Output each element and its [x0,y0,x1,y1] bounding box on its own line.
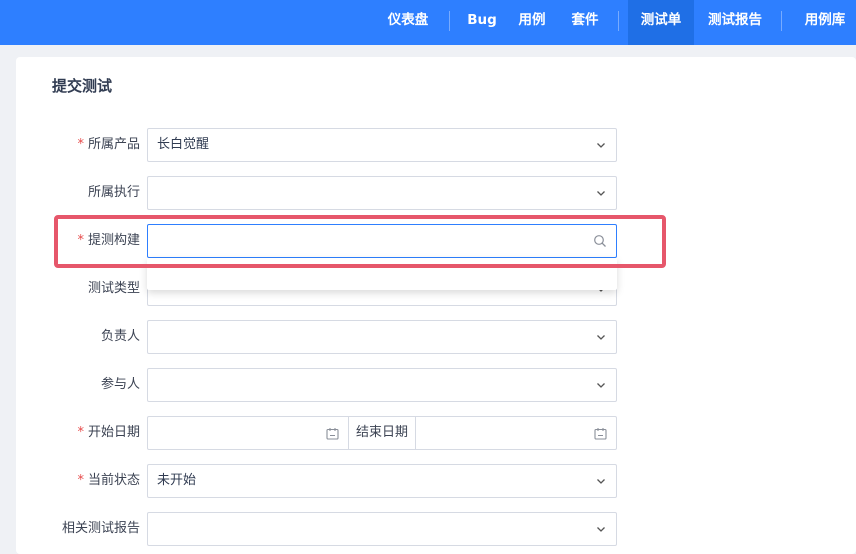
chevron-down-icon [597,143,605,148]
build-label-text: 提测构建 [87,233,140,248]
nav-divider [618,11,619,31]
end-date-input[interactable] [416,417,616,449]
nav-cases[interactable]: 用例 [510,0,554,45]
required-mark: * [77,137,84,152]
start-date-input[interactable] [148,417,348,449]
nav-dashboard[interactable]: 仪表盘 [374,0,442,45]
status-label-text: 当前状态 [87,473,140,488]
required-mark: * [77,425,84,440]
owner-label: 负责人 [100,329,140,344]
required-mark: * [77,233,84,248]
start-date-label-text: 开始日期 [87,425,140,440]
status-select[interactable]: 未开始 [147,464,617,498]
product-select[interactable]: 长白觉醒 [147,128,617,162]
status-label: * 当前状态 [16,464,140,498]
participants-row: 参与人 [16,368,856,402]
chevron-down-icon [597,479,605,484]
owner-row: 负责人 [16,320,856,354]
top-nav-bar: 仪表盘 Bug 用例 套件 测试单 测试报告 用例库 [0,0,856,45]
participants-select[interactable] [147,368,617,402]
form-panel: 提交测试 * 所属产品 长白觉醒 所属执行 * 提测构建 测试类型 负责人 参与… [16,57,856,554]
nav-test-report[interactable]: 测试报告 [697,0,773,45]
calendar-icon [594,428,607,440]
test-type-label: 测试类型 [87,281,140,296]
participants-label: 参与人 [100,377,140,392]
build-dropdown-menu[interactable] [147,258,617,290]
chevron-down-icon [597,335,605,340]
product-row: * 所属产品 长白觉醒 [16,128,856,162]
page-title: 提交测试 [52,77,113,95]
chevron-down-icon [597,191,605,196]
date-row: * 开始日期 结束日期 [16,416,856,450]
related-report-label: 相关测试报告 [61,521,140,536]
nav-divider [781,11,782,31]
start-date-label: * 开始日期 [16,416,140,450]
execution-select[interactable] [147,176,617,210]
calendar-icon [326,428,339,440]
product-label-text: 所属产品 [87,137,140,152]
build-label: * 提测构建 [16,224,140,258]
nav-case-library[interactable]: 用例库 [794,0,856,45]
nav-bug[interactable]: Bug [461,0,503,45]
required-mark: * [77,473,84,488]
status-value: 未开始 [157,473,197,488]
chevron-down-icon [597,527,605,532]
related-report-row: 相关测试报告 [16,512,856,546]
end-date-label: 结束日期 [348,417,416,449]
owner-select[interactable] [147,320,617,354]
date-range-group: 结束日期 [147,416,617,450]
chevron-down-icon [597,383,605,388]
build-row: * 提测构建 [16,224,856,258]
nav-suites[interactable]: 套件 [563,0,607,45]
build-search-input[interactable] [147,224,617,258]
product-label: * 所属产品 [16,128,140,162]
execution-row: 所属执行 [16,176,856,210]
status-row: * 当前状态 未开始 [16,464,856,498]
related-report-select[interactable] [147,512,617,546]
nav-testtask[interactable]: 测试单 [628,0,694,45]
execution-label: 所属执行 [87,185,140,200]
product-value: 长白觉醒 [157,137,210,152]
nav-divider [449,11,450,31]
search-icon [594,235,606,247]
